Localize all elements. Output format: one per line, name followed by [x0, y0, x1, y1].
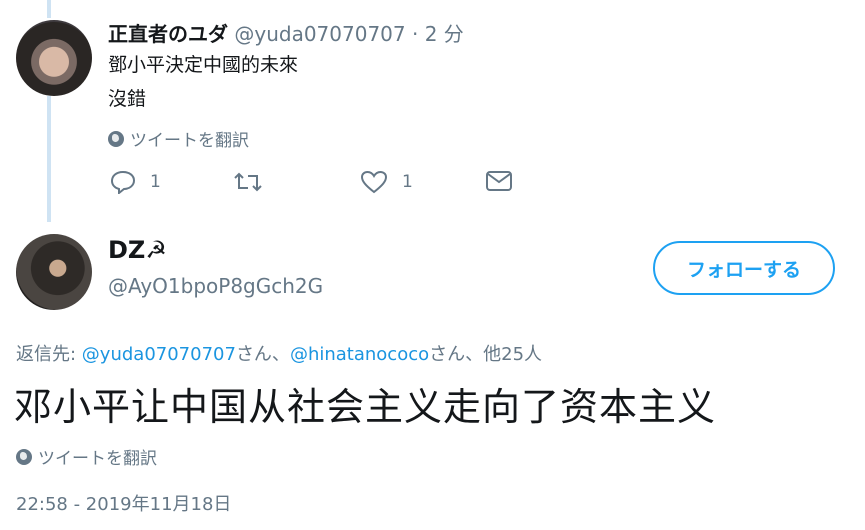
mention-suffix: さん、	[235, 344, 290, 365]
tweet-timestamp[interactable]: 22:58 - 2019年11月18日	[16, 490, 231, 516]
translate-tweet-link[interactable]: ツイートを翻訳	[16, 444, 157, 469]
others-count[interactable]: さん、他25人	[429, 344, 542, 365]
thread-line-top	[47, 0, 51, 18]
display-name[interactable]: 正直者のユダ	[108, 22, 228, 46]
avatar[interactable]	[16, 234, 92, 310]
tweet-text-line-1: 鄧小平決定中國的未來	[108, 54, 299, 76]
like-count: 1	[402, 172, 413, 192]
translate-label: ツイートを翻訳	[38, 449, 157, 469]
reply-prefix: 返信先:	[16, 344, 82, 365]
globe-icon	[108, 130, 124, 147]
tweet-header: 正直者のユダ @yuda07070707 · 2 分	[108, 18, 464, 47]
tweet-text: 邓小平让中国从社会主义走向了资本主义	[14, 385, 717, 429]
retweet-icon	[232, 170, 264, 194]
translate-label: ツイートを翻訳	[130, 131, 249, 151]
user-handle[interactable]: @AyO1bpoP8gGch2G	[108, 274, 323, 298]
tweet-time[interactable]: 2 分	[425, 22, 464, 46]
follow-button[interactable]: フォローする	[653, 241, 835, 295]
direct-message-button[interactable]	[485, 170, 513, 192]
user-handle[interactable]: @yuda07070707	[234, 22, 405, 46]
tweet-actions: 1 1	[108, 170, 528, 204]
mention-link[interactable]: @yuda07070707	[82, 344, 236, 365]
reply-button[interactable]: 1	[110, 170, 161, 194]
separator-dot: ·	[411, 22, 419, 46]
mention-link[interactable]: @hinatanococo	[290, 344, 429, 365]
like-button[interactable]: 1	[360, 170, 413, 194]
reply-context: 返信先: @yuda07070707さん、@hinatanococoさん、他25…	[16, 340, 542, 366]
mail-icon	[485, 170, 513, 192]
retweet-button[interactable]	[232, 170, 264, 194]
translate-tweet-link[interactable]: ツイートを翻訳	[108, 126, 249, 151]
heart-icon	[360, 170, 388, 194]
tweet-text-line-2: 沒錯	[108, 88, 147, 110]
display-name[interactable]: DZ☭	[108, 236, 167, 264]
avatar[interactable]	[16, 20, 92, 96]
reply-count: 1	[150, 172, 161, 192]
reply-icon	[110, 170, 136, 194]
thread-line	[47, 96, 51, 222]
globe-icon	[16, 448, 32, 465]
